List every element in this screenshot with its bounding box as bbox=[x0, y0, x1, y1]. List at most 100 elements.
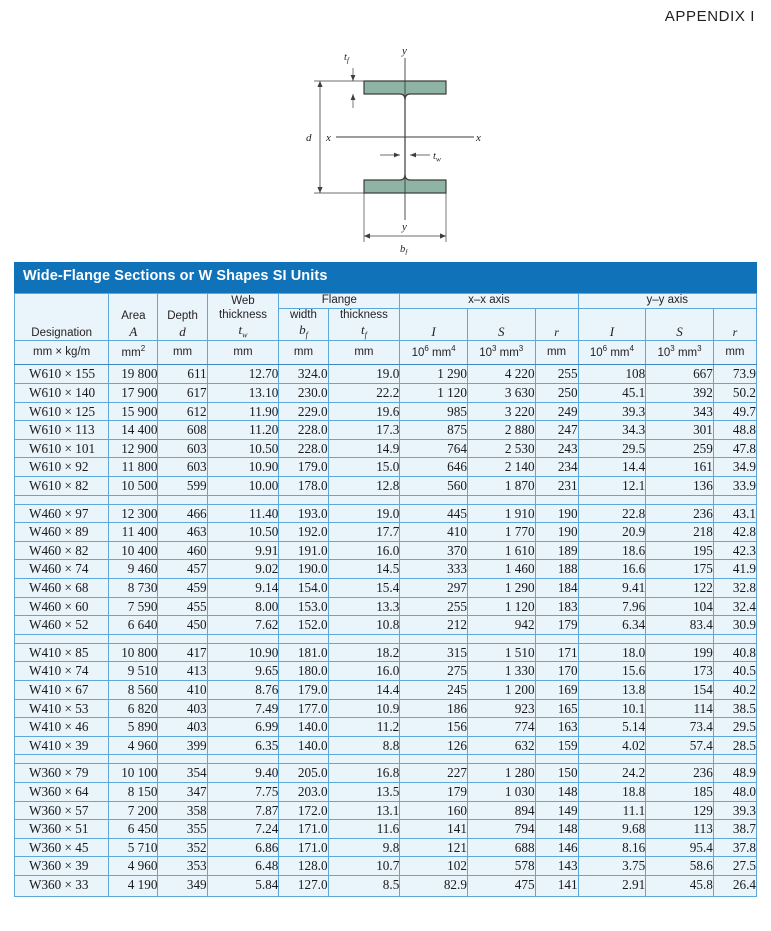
cell-value: 603 bbox=[157, 438, 208, 459]
table-row[interactable]: W610 × 113 14 400 608 11.20 228.0 17.3 875 2 88… bbox=[13, 420, 758, 440]
cell-value: 4 220 bbox=[466, 364, 536, 385]
table-row[interactable]: W610 × 155 19 800 611 12.70 324.0 19.0 1 290 4 … bbox=[13, 364, 758, 385]
cell-value: 34.3 bbox=[577, 420, 647, 440]
table-row[interactable]: W610 × 82 10 500 599 10.00 178.0 12.8 560 1 870… bbox=[13, 476, 758, 496]
table-row[interactable]: W610 × 125 15 900 612 11.90 229.0 19.6 985 3 22… bbox=[13, 401, 758, 422]
table-row[interactable]: W610 × 92 11 800 603 10.90 179.0 15.0 646 2 140… bbox=[13, 457, 758, 478]
table-row[interactable]: W410 × 74 9 510 413 9.65 180.0 16.0 275 1 330 17… bbox=[13, 661, 758, 681]
cell-value: 19.6 bbox=[327, 401, 401, 422]
cell-value: 3 220 bbox=[466, 401, 536, 422]
table-row[interactable]: W360 × 33 4 190 349 5.84 127.0 8.5 82.9 475 141 2… bbox=[13, 874, 758, 897]
table-row[interactable]: W460 × 52 6 640 450 7.62 152.0 10.8 212 942 179 6… bbox=[13, 615, 758, 635]
table-row[interactable]: W610 × 140 17 900 617 13.10 230.0 22.2 1 120 3 … bbox=[13, 383, 758, 403]
table-row[interactable]: W360 × 45 5 710 352 6.86 171.0 9.8 121 688 146 8.… bbox=[13, 837, 758, 858]
cell-value: 188 bbox=[534, 559, 579, 580]
cell-value: 7.24 bbox=[206, 819, 280, 839]
cell-value: 358 bbox=[157, 800, 208, 821]
cell-value: 150 bbox=[534, 763, 579, 783]
cell-designation: W410 × 67 bbox=[13, 679, 110, 700]
tf-arrow-up bbox=[350, 75, 356, 81]
cell-value: 7.87 bbox=[206, 800, 280, 821]
table-row[interactable]: W360 × 51 6 450 355 7.24 171.0 11.6 141 794 148 9… bbox=[13, 819, 758, 839]
cell-value: 2 530 bbox=[466, 438, 536, 459]
table-row[interactable]: W360 × 57 7 200 358 7.87 172.0 13.1 160 894 149 1… bbox=[13, 800, 758, 821]
cell-designation: W360 × 39 bbox=[13, 856, 110, 876]
cell-value: 175 bbox=[645, 559, 714, 580]
unit-y-r: mm bbox=[712, 340, 758, 366]
cell-value: 10.90 bbox=[206, 457, 280, 478]
table-row[interactable]: W360 × 39 4 960 353 6.48 128.0 10.7 102 578 143 3… bbox=[13, 856, 758, 876]
cell-value: 245 bbox=[399, 679, 468, 700]
table-row[interactable]: W360 × 64 8 150 347 7.75 203.0 13.5 179 1 030 14… bbox=[13, 781, 758, 802]
flange-thickness-symbol: tf bbox=[360, 322, 367, 340]
cell-value: 34.9 bbox=[712, 457, 758, 478]
table-row[interactable]: W460 × 89 11 400 463 10.50 192.0 17.7 410 1 770… bbox=[13, 522, 758, 542]
cell-designation: W360 × 51 bbox=[13, 819, 110, 839]
cell-value: 578 bbox=[466, 856, 536, 876]
cell-value: 1 330 bbox=[466, 661, 536, 681]
table-row[interactable]: W410 × 53 6 820 403 7.49 177.0 10.9 186 923 165 1… bbox=[13, 698, 758, 719]
cell-value: 19 800 bbox=[108, 364, 159, 385]
cell-designation: W360 × 64 bbox=[13, 781, 110, 802]
table-row[interactable]: W410 × 67 8 560 410 8.76 179.0 14.4 245 1 200 16… bbox=[13, 679, 758, 700]
unit-x-r: mm bbox=[534, 340, 579, 366]
cell-value: 315 bbox=[399, 642, 468, 663]
cell-value: 17.7 bbox=[327, 522, 401, 542]
table-row[interactable]: W460 × 97 12 300 466 11.40 193.0 19.0 445 1 910… bbox=[13, 503, 758, 524]
flange-width-symbol: bf bbox=[299, 322, 308, 340]
cell-value: 195 bbox=[645, 540, 714, 561]
cell-value: 10.1 bbox=[577, 698, 647, 719]
x-I-symbol: I bbox=[431, 323, 436, 339]
cell-value: 410 bbox=[399, 522, 468, 542]
cell-value: 4 960 bbox=[108, 735, 159, 756]
cell-value: 18.8 bbox=[577, 781, 647, 802]
cell-value: 178.0 bbox=[278, 476, 329, 496]
y-S-symbol: S bbox=[676, 323, 683, 339]
table-row[interactable]: W460 × 60 7 590 455 8.00 153.0 13.3 255 1 120 18… bbox=[13, 596, 758, 617]
cell-value: 460 bbox=[157, 540, 208, 561]
table-body: W610 × 155 19 800 611 12.70 324.0 19.0 1 290 4 … bbox=[13, 364, 758, 897]
y-I-symbol: I bbox=[609, 323, 615, 339]
cell-value: 255 bbox=[399, 596, 468, 617]
cell-value: 7 200 bbox=[108, 800, 159, 821]
cell-value: 83.4 bbox=[645, 615, 714, 635]
cell-value: 9.40 bbox=[206, 763, 280, 783]
cell-value: 143 bbox=[534, 856, 579, 876]
table-row[interactable]: W460 × 82 10 400 460 9.91 191.0 16.0 370 1 610 1… bbox=[13, 540, 758, 561]
table-row[interactable]: W410 × 46 5 890 403 6.99 140.0 11.2 156 774 163 5… bbox=[13, 717, 758, 737]
cell-value: 26.4 bbox=[712, 874, 758, 897]
cell-value: 466 bbox=[157, 503, 208, 524]
unit-web-thickness: mm bbox=[206, 340, 280, 366]
cell-value: 2.91 bbox=[577, 874, 647, 897]
table-row[interactable]: W410 × 39 4 960 399 6.35 140.0 8.8 126 632 159 4.… bbox=[13, 735, 758, 756]
table-row[interactable]: W410 × 85 10 800 417 10.90 181.0 18.2 315 1 510… bbox=[13, 642, 758, 663]
cell-value: 611 bbox=[157, 364, 208, 385]
table-title: Wide-Flange Sections or W Shapes SI Unit… bbox=[14, 262, 757, 293]
cell-value: 457 bbox=[157, 559, 208, 580]
cell-value: 29.5 bbox=[577, 438, 647, 459]
cell-value: 249 bbox=[534, 401, 579, 422]
cell-value: 32.8 bbox=[712, 578, 758, 598]
table-row[interactable]: W460 × 74 9 460 457 9.02 190.0 14.5 333 1 460 18… bbox=[13, 559, 758, 580]
cell-value: 255 bbox=[534, 364, 579, 385]
col-head-depth: Depth d bbox=[157, 292, 208, 342]
cell-value: 42.3 bbox=[712, 540, 758, 561]
cell-value: 29.5 bbox=[712, 717, 758, 737]
cell-value: 11.20 bbox=[206, 420, 280, 440]
table-row[interactable]: W610 × 101 12 900 603 10.50 228.0 14.9 764 2 53… bbox=[13, 438, 758, 459]
web-thickness-symbol: tw bbox=[238, 322, 248, 340]
table-row[interactable]: W360 × 79 10 100 354 9.40 205.0 16.8 227 1 280 1… bbox=[13, 763, 758, 783]
cell-value: 608 bbox=[157, 420, 208, 440]
cell-value: 49.7 bbox=[712, 401, 758, 422]
cell-value: 1 030 bbox=[466, 781, 536, 802]
cell-value: 8 150 bbox=[108, 781, 159, 802]
cell-value: 57.4 bbox=[645, 735, 714, 756]
cell-value: 2 880 bbox=[466, 420, 536, 440]
cell-value: 179 bbox=[399, 781, 468, 802]
cell-value: 159 bbox=[534, 735, 579, 756]
cell-value: 413 bbox=[157, 661, 208, 681]
table-row[interactable]: W460 × 68 8 730 459 9.14 154.0 15.4 297 1 290 18… bbox=[13, 578, 758, 598]
cell-value: 10.8 bbox=[327, 615, 401, 635]
cell-value: 7.49 bbox=[206, 698, 280, 719]
cell-value: 475 bbox=[466, 874, 536, 897]
